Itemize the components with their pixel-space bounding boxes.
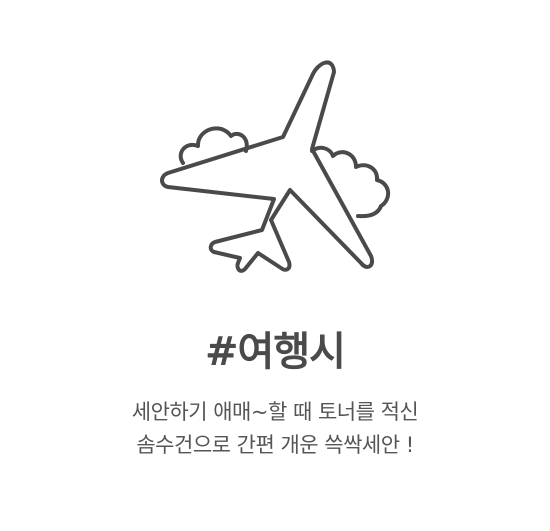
airplane-body bbox=[160, 60, 374, 273]
description-line-2: 솜수건으로 간편 개운 쓱싹세안 ! bbox=[136, 433, 414, 457]
airplane-icon bbox=[160, 60, 390, 273]
description-text: 세안하기 애매~할 때 토너를 적신 솜수건으로 간편 개운 쓱싹세안 ! bbox=[0, 396, 550, 462]
cloud-icon bbox=[310, 145, 390, 219]
page-title: #여행시 bbox=[205, 329, 346, 375]
description-line-1: 세안하기 애매~할 때 토너를 적신 bbox=[131, 400, 419, 424]
airplane-illustration bbox=[150, 50, 400, 290]
